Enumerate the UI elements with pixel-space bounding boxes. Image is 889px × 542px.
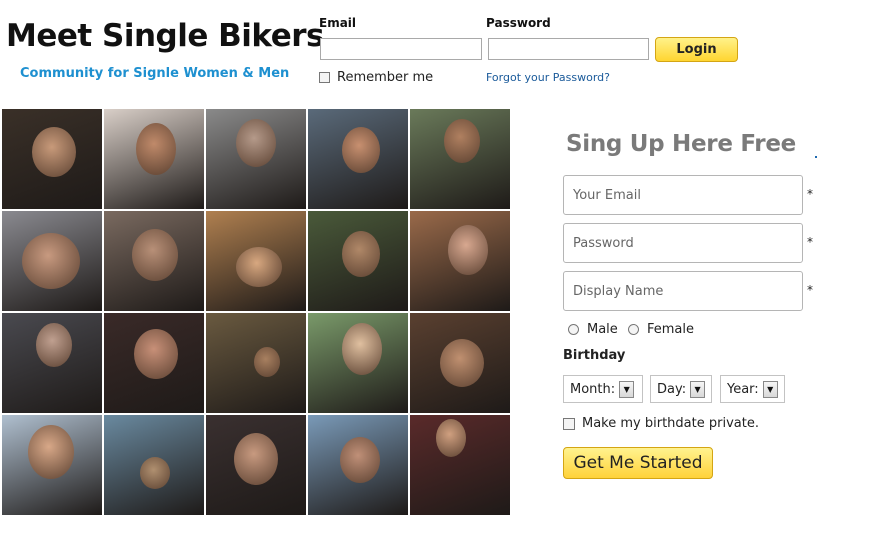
member-photo[interactable] [104,313,204,413]
member-photo-grid [2,109,510,515]
member-photo[interactable] [206,415,306,515]
member-photo-face [436,419,466,457]
chevron-down-icon: ▼ [762,380,778,398]
member-photo[interactable] [206,313,306,413]
remember-me-checkbox[interactable] [319,72,330,83]
member-photo-face [132,229,178,281]
member-photo-face [342,231,380,277]
remember-me-label: Remember me [337,70,434,85]
chevron-down-icon: ▼ [619,380,635,398]
birth-month-select[interactable]: Month: ▼ [563,375,643,403]
member-photo-face [236,119,276,167]
login-email-input[interactable] [320,38,482,60]
member-photo[interactable] [410,313,510,413]
signup-email-field[interactable] [563,175,803,215]
signup-email-input[interactable] [571,186,802,204]
member-photo-face [28,425,74,479]
gender-male-option[interactable]: Male [568,322,618,337]
birth-year-label: Year: [727,381,759,397]
member-photo-face [234,433,278,485]
member-photo[interactable] [2,211,102,311]
member-photo-face [134,329,178,379]
login-password-input[interactable] [488,38,649,60]
chevron-down-icon: ▼ [690,380,706,398]
required-mark: * [807,235,813,249]
member-photo-face [342,127,380,173]
member-photo[interactable] [2,313,102,413]
gender-female-label: Female [647,322,695,337]
login-button[interactable]: Login [655,37,738,62]
signup-password-field[interactable] [563,223,803,263]
birth-day-label: Day: [657,381,687,397]
gender-male-label: Male [587,322,618,337]
member-photo[interactable] [308,211,408,311]
remember-me[interactable]: Remember me [319,70,433,85]
member-photo-face [36,323,72,367]
member-photo-face [32,127,76,177]
member-photo[interactable] [410,211,510,311]
member-photo[interactable] [104,415,204,515]
member-photo[interactable] [308,313,408,413]
member-photo[interactable] [308,109,408,209]
gender-female-option[interactable]: Female [628,322,694,337]
member-photo-face [136,123,176,175]
required-mark: * [807,187,813,201]
member-photo-face [254,347,280,377]
member-photo-face [140,457,170,489]
member-photo-face [440,339,484,387]
birthday-label: Birthday [563,348,626,363]
member-photo-face [342,323,382,375]
member-photo[interactable] [2,415,102,515]
member-photo[interactable] [104,109,204,209]
member-photo-face [448,225,488,275]
gender-male-radio[interactable] [568,324,579,335]
member-photo-face [340,437,380,483]
signup-display-name-field[interactable] [563,271,803,311]
gender-female-radio[interactable] [628,324,639,335]
member-photo[interactable] [206,109,306,209]
member-photo-face [444,119,480,163]
required-mark: * [807,283,813,297]
member-photo[interactable] [410,415,510,515]
private-birthdate-checkbox[interactable] [563,417,575,430]
private-birthdate-option[interactable]: Make my birthdate private. [563,416,759,431]
get-started-button[interactable]: Get Me Started [563,447,713,479]
birth-year-select[interactable]: Year: ▼ [720,375,785,403]
login-password-label: Password [486,16,551,30]
signup-title: Sing Up Here Free [566,131,796,157]
forgot-password-link[interactable]: Forgot your Password? [486,71,610,84]
private-birthdate-label: Make my birthdate private. [582,416,759,431]
member-photo-face [22,233,80,289]
member-photo[interactable] [410,109,510,209]
member-photo[interactable] [308,415,408,515]
member-photo[interactable] [206,211,306,311]
site-tagline: Community for Signle Women & Men [20,66,290,81]
login-email-label: Email [319,16,357,30]
site-logo-title: Meet Single Bikers [6,18,324,54]
birth-day-select[interactable]: Day: ▼ [650,375,712,403]
member-photo[interactable] [2,109,102,209]
birth-month-label: Month: [570,381,616,397]
decorative-dot [815,156,817,158]
member-photo-face [236,247,282,287]
signup-password-input[interactable] [571,234,802,252]
member-photo[interactable] [104,211,204,311]
signup-display-name-input[interactable] [571,282,802,300]
